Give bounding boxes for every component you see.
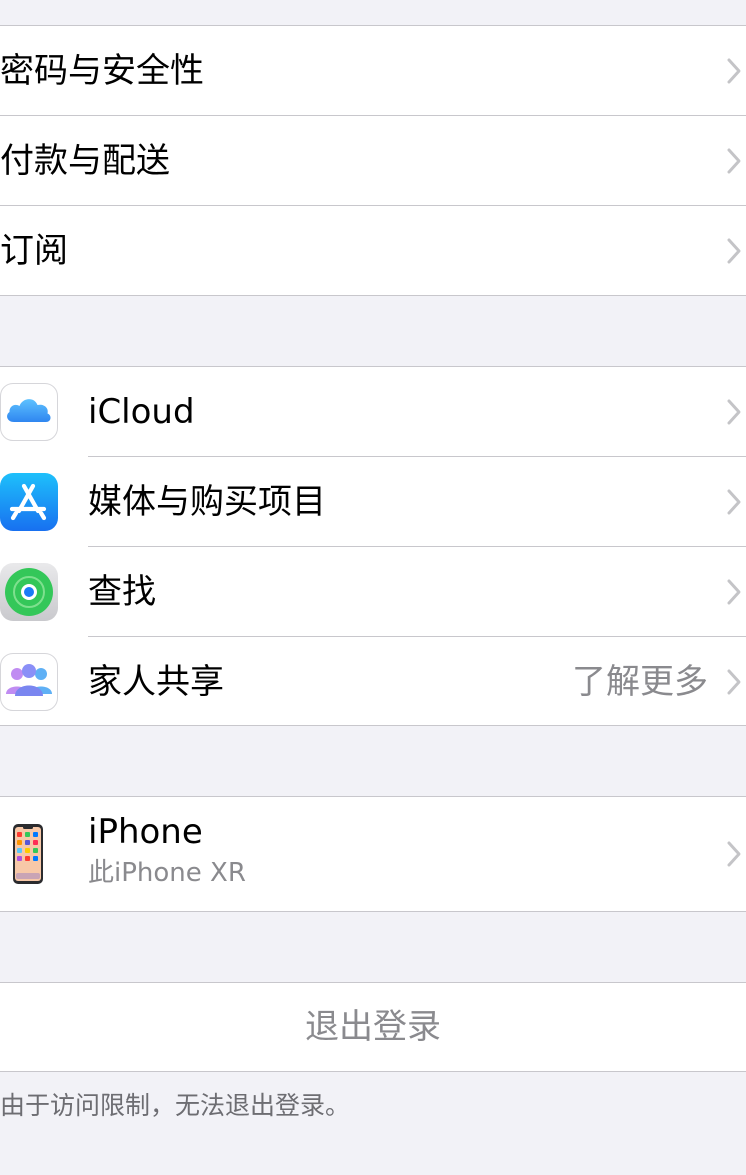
chevron-right-icon	[727, 148, 741, 174]
devices-group: iPhone 此iPhone XR	[0, 796, 746, 912]
find-my-label: 查找	[88, 572, 156, 612]
subscriptions-label: 订阅	[0, 231, 68, 271]
device-iphone-row[interactable]: iPhone 此iPhone XR	[0, 797, 746, 911]
family-sharing-label: 家人共享	[88, 662, 224, 702]
sign-out-button[interactable]: 退出登录	[0, 983, 746, 1071]
payment-shipping-label: 付款与配送	[0, 141, 170, 181]
services-group: iCloud 媒体与购买项目 查找 家人共享 了解更多	[0, 366, 746, 726]
icloud-row[interactable]: iCloud	[0, 367, 746, 457]
sign-out-restriction-note: 由于访问限制，无法退出登录。	[0, 1091, 351, 1120]
chevron-right-icon	[727, 489, 741, 515]
chevron-right-icon	[727, 238, 741, 264]
subscriptions-row[interactable]: 订阅	[0, 206, 746, 296]
chevron-right-icon	[727, 399, 741, 425]
media-purchases-label: 媒体与购买项目	[88, 482, 326, 522]
password-security-label: 密码与安全性	[0, 51, 204, 91]
icloud-icon	[0, 383, 58, 441]
media-purchases-row[interactable]: 媒体与购买项目	[0, 457, 746, 547]
learn-more-detail: 了解更多	[572, 662, 708, 702]
app-store-icon	[0, 473, 58, 531]
family-sharing-icon	[0, 653, 58, 711]
chevron-right-icon	[727, 58, 741, 84]
device-subtitle: 此iPhone XR	[88, 858, 246, 888]
iphone-device-icon	[12, 823, 44, 885]
chevron-right-icon	[727, 579, 741, 605]
chevron-right-icon	[727, 841, 741, 867]
account-settings-group: 密码与安全性 付款与配送 订阅	[0, 25, 746, 296]
family-sharing-row[interactable]: 家人共享 了解更多	[0, 637, 746, 727]
icloud-label: iCloud	[88, 392, 195, 432]
find-my-row[interactable]: 查找	[0, 547, 746, 637]
sign-out-group: 退出登录	[0, 982, 746, 1072]
find-my-icon	[0, 563, 58, 621]
payment-shipping-row[interactable]: 付款与配送	[0, 116, 746, 206]
chevron-right-icon	[727, 669, 741, 695]
password-security-row[interactable]: 密码与安全性	[0, 26, 746, 116]
device-name: iPhone	[88, 812, 203, 852]
